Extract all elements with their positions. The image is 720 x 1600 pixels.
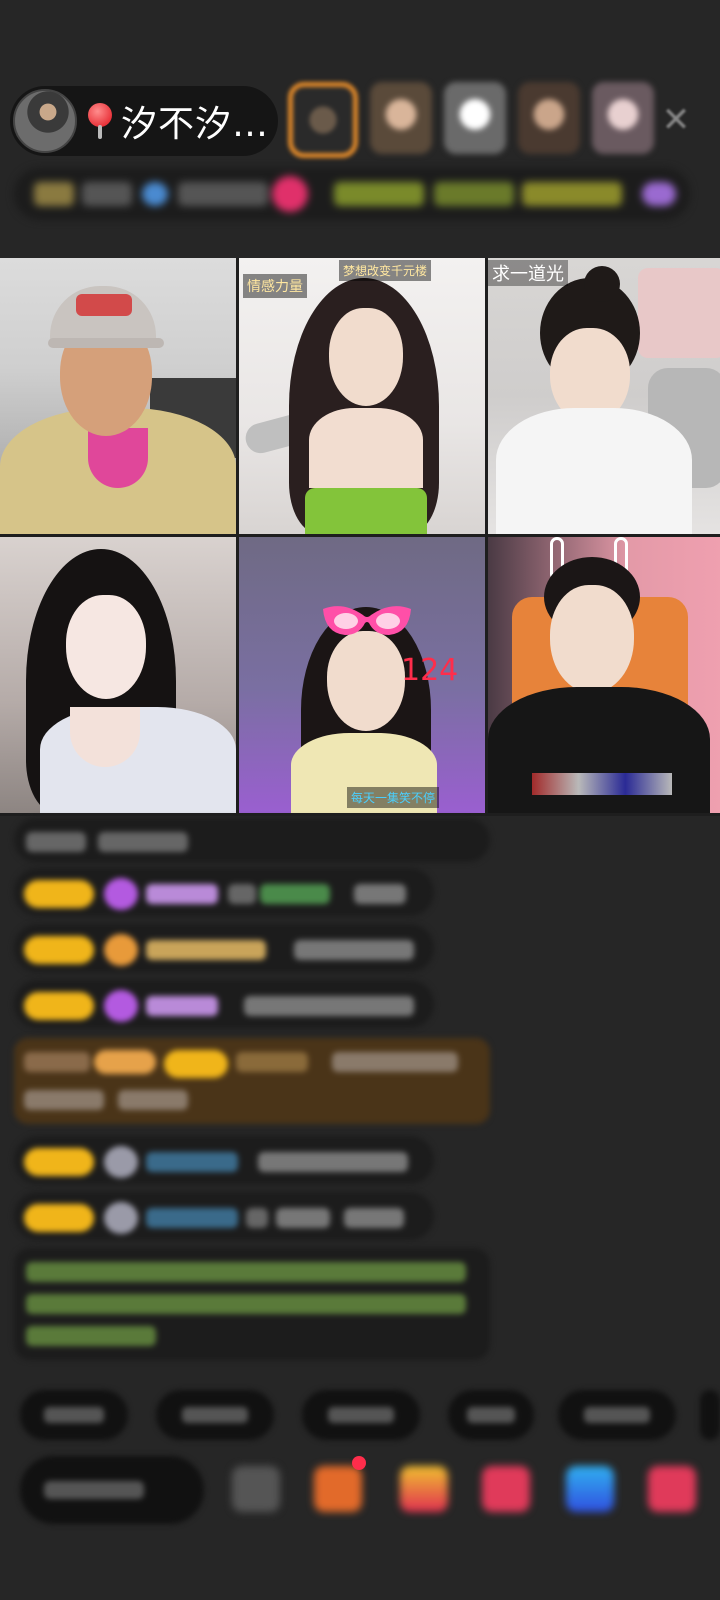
tile-banner: 每天一集笑不停 xyxy=(347,787,440,808)
chat-message xyxy=(14,868,434,916)
tile-banner: 梦想改变千元楼 xyxy=(339,260,432,281)
quick-reply-chip[interactable] xyxy=(20,1390,128,1440)
location-pin-icon xyxy=(85,101,115,141)
viewer-avatar[interactable] xyxy=(444,82,506,154)
chat-message xyxy=(14,980,434,1028)
gift-box-icon[interactable] xyxy=(314,1466,362,1512)
chat-message-highlight xyxy=(14,1038,490,1124)
tile-label: 情感力量 xyxy=(243,274,307,298)
more-icon[interactable] xyxy=(648,1466,696,1512)
chat-message xyxy=(14,818,490,862)
quick-reply-chip[interactable] xyxy=(448,1390,534,1440)
comment-input[interactable] xyxy=(20,1456,204,1524)
multi-guest-video-grid: 梦想改变千元楼 情感力量 求一道光 124 每天一集笑不停 xyxy=(0,258,720,816)
video-tile[interactable]: 124 每天一集笑不停 xyxy=(239,537,485,813)
video-tile[interactable]: 求一道光 xyxy=(488,258,720,534)
chat-message xyxy=(14,1136,434,1184)
game-icon[interactable] xyxy=(566,1466,614,1512)
rank-info-bar[interactable] xyxy=(14,168,690,220)
gift-icon[interactable] xyxy=(400,1466,448,1512)
notification-dot xyxy=(352,1456,366,1470)
host-name: 汐不汐… xyxy=(121,104,270,145)
quick-reply-chip[interactable] xyxy=(700,1390,720,1440)
viewer-avatar[interactable] xyxy=(288,82,358,158)
chat-message xyxy=(14,924,434,972)
tile-title: 求一道光 xyxy=(488,260,568,286)
quick-reply-chip[interactable] xyxy=(302,1390,420,1440)
emoji-icon[interactable] xyxy=(232,1466,280,1512)
quick-reply-chip[interactable] xyxy=(156,1390,274,1440)
video-tile[interactable] xyxy=(0,258,236,534)
top-viewers-list[interactable] xyxy=(288,82,654,158)
video-tile[interactable] xyxy=(0,537,236,813)
heart-icon[interactable] xyxy=(482,1466,530,1512)
host-avatar[interactable] xyxy=(13,89,77,153)
pk-score: 124 xyxy=(401,653,459,688)
video-tile[interactable]: 梦想改变千元楼 情感力量 xyxy=(239,258,485,534)
quick-reply-chip[interactable] xyxy=(558,1390,676,1440)
close-icon[interactable]: ✕ xyxy=(656,100,696,140)
system-notice xyxy=(14,1248,490,1360)
pink-mask-icon xyxy=(323,606,411,635)
viewer-avatar[interactable] xyxy=(370,82,432,154)
viewer-avatar[interactable] xyxy=(518,82,580,154)
chat-message xyxy=(14,1192,434,1240)
host-profile-pill[interactable]: 汐不汐… xyxy=(10,86,278,156)
video-tile[interactable] xyxy=(488,537,720,813)
viewer-avatar[interactable] xyxy=(592,82,654,154)
